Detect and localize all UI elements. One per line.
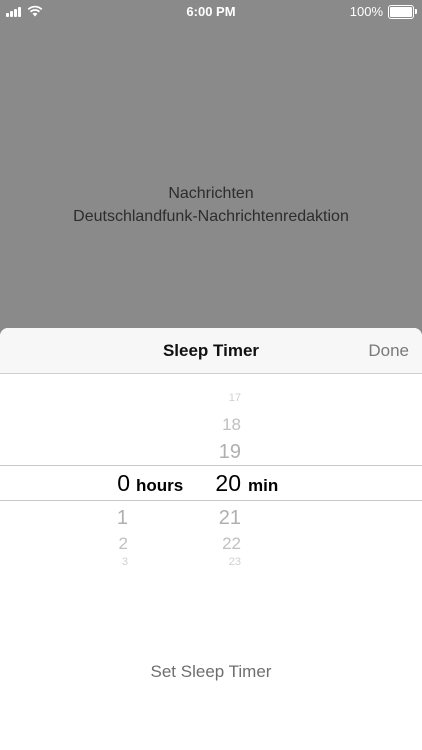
minute-option[interactable]: 17 — [0, 393, 241, 404]
battery-percentage: 100% — [349, 4, 383, 19]
battery-icon — [388, 4, 417, 19]
minute-option[interactable]: 21 — [0, 508, 241, 528]
minute-option[interactable]: 22 — [0, 535, 241, 552]
sheet-header: Sleep Timer Done — [0, 328, 422, 374]
set-sleep-timer-button[interactable]: Set Sleep Timer — [0, 662, 422, 682]
minute-option[interactable]: 23 — [0, 557, 241, 568]
status-right: 100% — [349, 4, 417, 19]
picker-selection-top-line — [0, 465, 422, 466]
minutes-selected-value[interactable]: 20 — [0, 472, 241, 495]
status-bar: 6:00 PM 100% — [0, 0, 422, 22]
battery-fill — [390, 6, 412, 17]
minute-option[interactable]: 18 — [0, 416, 241, 433]
picker-selection-bottom-line — [0, 500, 422, 501]
now-playing-info: Nachrichten Deutschlandfunk-Nachrichtenr… — [0, 182, 422, 228]
minute-option[interactable]: 19 — [0, 442, 241, 462]
done-button[interactable]: Done — [368, 341, 409, 361]
program-title: Nachrichten — [168, 185, 254, 202]
sleep-timer-sheet: Sleep Timer Done 17 18 19 0 hours 20 min… — [0, 328, 422, 750]
duration-picker[interactable]: 17 18 19 0 hours 20 min 1 2 3 21 22 23 — [0, 374, 422, 574]
program-subtitle: Deutschlandfunk-Nachrichtenredaktion — [73, 208, 349, 225]
sheet-title: Sleep Timer — [162, 341, 260, 360]
minutes-unit-label: min — [248, 476, 279, 495]
